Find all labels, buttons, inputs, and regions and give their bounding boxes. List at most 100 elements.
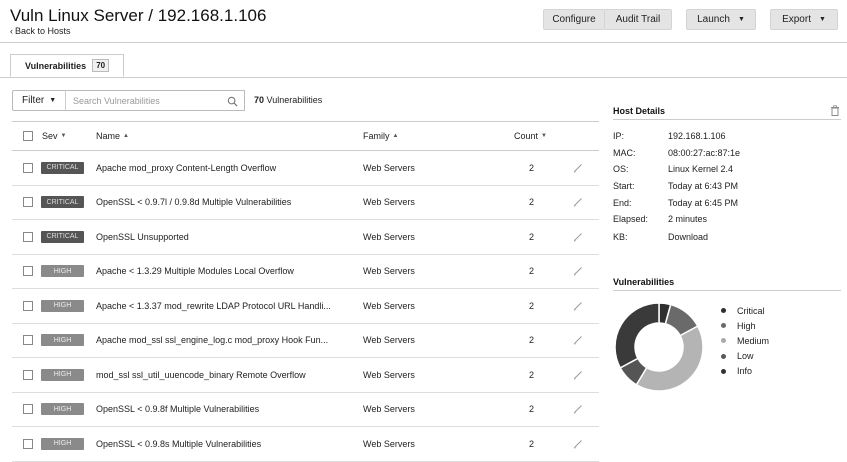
audit-trail-button[interactable]: Audit Trail	[604, 9, 672, 30]
row-checkbox[interactable]	[23, 427, 33, 461]
vulnerability-name[interactable]: OpenSSL < 0.9.8f Multiple Vulnerabilitie…	[96, 393, 358, 427]
checkbox[interactable]	[23, 232, 33, 242]
vulnerability-name[interactable]: Apache mod_ssl ssl_engine_log.c mod_prox…	[96, 324, 358, 358]
vulnerability-name[interactable]: mod_ssl ssl_util_uuencode_binary Remote …	[96, 358, 358, 392]
family-cell: Web Servers	[363, 151, 415, 185]
download-link[interactable]: Download	[668, 232, 708, 242]
severity-badge: HIGH	[41, 334, 84, 346]
severity-cell: HIGH	[41, 427, 84, 461]
vulnerability-name[interactable]: Apache < 1.3.29 Multiple Modules Local O…	[96, 255, 358, 289]
export-button[interactable]: Export▼	[770, 9, 838, 30]
host-detail-value: 08:00:27:ac:87:1e	[668, 148, 740, 158]
table-row[interactable]: CRITICAL Apache mod_proxy Content-Length …	[12, 151, 599, 186]
row-checkbox[interactable]	[23, 358, 33, 392]
row-checkbox[interactable]	[23, 393, 33, 427]
severity-badge: CRITICAL	[41, 231, 84, 243]
checkbox[interactable]	[23, 370, 33, 380]
checkbox[interactable]	[23, 163, 33, 173]
edit-pencil-icon[interactable]	[573, 358, 583, 392]
divider	[613, 119, 841, 120]
legend-item: Critical	[721, 303, 769, 318]
tab-vulnerabilities[interactable]: Vulnerabilities 70	[10, 54, 124, 77]
vulnerability-name[interactable]: Apache < 1.3.37 mod_rewrite LDAP Protoco…	[96, 289, 358, 323]
filter-dropdown[interactable]: Filter▼	[12, 90, 66, 111]
host-detail-key: KB:	[613, 232, 628, 242]
checkbox[interactable]	[23, 404, 33, 414]
row-checkbox[interactable]	[23, 289, 33, 323]
edit-pencil-icon[interactable]	[573, 151, 583, 185]
table-row[interactable]: HIGH Apache < 1.3.29 Multiple Modules Loc…	[12, 255, 599, 290]
checkbox[interactable]	[23, 266, 33, 276]
checkbox[interactable]	[23, 301, 33, 311]
count-header-label: Count	[514, 131, 538, 141]
table-row[interactable]: HIGHApache < 1.3.37 mod_rewrite LDAP Pro…	[12, 289, 599, 324]
legend-item: Low	[721, 349, 769, 364]
sev-header-label: Sev	[42, 131, 58, 141]
vulnerabilities-table: Sev▼ Name▲ Family▲ Count▼ CRITICALApache…	[12, 121, 599, 462]
severity-badge: CRITICAL	[41, 196, 84, 208]
edit-pencil-icon[interactable]	[573, 186, 583, 220]
edit-pencil-icon[interactable]	[573, 324, 583, 358]
count-cell: 2	[529, 324, 534, 358]
severity-badge: HIGH	[41, 265, 84, 277]
host-detail-key: Start:	[613, 181, 635, 191]
host-detail-value: Today at 6:45 PM	[668, 198, 738, 208]
row-checkbox[interactable]	[23, 324, 33, 358]
column-header-family[interactable]: Family▲	[363, 122, 398, 150]
host-detail-key: MAC:	[613, 148, 636, 158]
caret-down-icon: ▼	[738, 16, 745, 23]
column-header-name[interactable]: Name▲	[96, 122, 129, 150]
select-all-checkbox[interactable]	[23, 122, 33, 150]
severity-badge: HIGH	[41, 403, 84, 415]
table-row[interactable]: HIGH OpenSSL < 0.9.8s Multiple Vulnerabil…	[12, 427, 599, 462]
column-header-sev[interactable]: Sev▼	[42, 122, 66, 150]
severity-badge: HIGH	[41, 369, 84, 381]
launch-button[interactable]: Launch▼	[686, 9, 756, 30]
edit-pencil-icon[interactable]	[573, 255, 583, 289]
checkbox[interactable]	[23, 335, 33, 345]
vulnerability-name[interactable]: OpenSSL Unsupported	[96, 220, 358, 254]
edit-pencil-icon[interactable]	[573, 427, 583, 461]
row-checkbox[interactable]	[23, 220, 33, 254]
edit-pencil-icon[interactable]	[573, 393, 583, 427]
column-header-count[interactable]: Count▼	[514, 122, 547, 150]
table-body: CRITICAL Apache mod_proxy Content-Length …	[12, 151, 599, 462]
count-cell: 2	[529, 220, 534, 254]
row-checkbox[interactable]	[23, 151, 33, 185]
table-row[interactable]: HIGH OpenSSL < 0.9.8f Multiple Vulnerabil…	[12, 393, 599, 428]
family-cell: Web Servers	[363, 358, 415, 392]
sort-up-icon: ▲	[123, 133, 129, 139]
vulnerability-name[interactable]: Apache mod_proxy Content-Length Overflow	[96, 151, 358, 185]
search-input[interactable]: Search Vulnerabilities	[65, 90, 245, 111]
checkbox[interactable]	[23, 439, 33, 449]
export-label: Export	[782, 14, 811, 25]
legend-label: Info	[737, 366, 752, 376]
search-icon[interactable]	[227, 96, 238, 107]
row-checkbox[interactable]	[23, 255, 33, 289]
table-row[interactable]: CRITICAL OpenSSL < 0.9.7l / 0.9.8d Multip…	[12, 186, 599, 221]
host-detail-key: Elapsed:	[613, 214, 648, 224]
severity-cell: HIGH	[41, 324, 84, 358]
configure-button[interactable]: Configure	[543, 9, 605, 30]
severity-cell: CRITICAL	[41, 186, 84, 220]
vulnerability-name[interactable]: OpenSSL < 0.9.8s Multiple Vulnerabilitie…	[96, 427, 358, 461]
back-to-hosts-link[interactable]: ‹Back to Hosts	[10, 26, 71, 36]
severity-badge: CRITICAL	[41, 162, 84, 174]
legend-dot	[721, 338, 726, 343]
count-cell: 2	[529, 358, 534, 392]
legend-label: Medium	[737, 336, 769, 346]
table-row[interactable]: HIGH mod_ssl ssl_util_uuencode_binary Rem…	[12, 358, 599, 393]
table-row[interactable]: HIGH Apache mod_ssl ssl_engine_log.c mod_…	[12, 324, 599, 359]
checkbox[interactable]	[23, 197, 33, 207]
edit-pencil-icon[interactable]	[573, 289, 583, 323]
row-checkbox[interactable]	[23, 186, 33, 220]
checkbox[interactable]	[23, 131, 33, 141]
table-row[interactable]: CRITICALOpenSSL UnsupportedWeb Servers2	[12, 220, 599, 255]
trash-icon[interactable]	[830, 105, 840, 116]
sort-down-icon: ▼	[61, 133, 67, 139]
host-detail-key: IP:	[613, 131, 624, 141]
edit-pencil-icon[interactable]	[573, 220, 583, 254]
vulnerability-name[interactable]: OpenSSL < 0.9.7l / 0.9.8d Multiple Vulne…	[96, 186, 358, 220]
table-header: Sev▼ Name▲ Family▲ Count▼	[12, 121, 599, 151]
host-detail-key: OS:	[613, 164, 629, 174]
